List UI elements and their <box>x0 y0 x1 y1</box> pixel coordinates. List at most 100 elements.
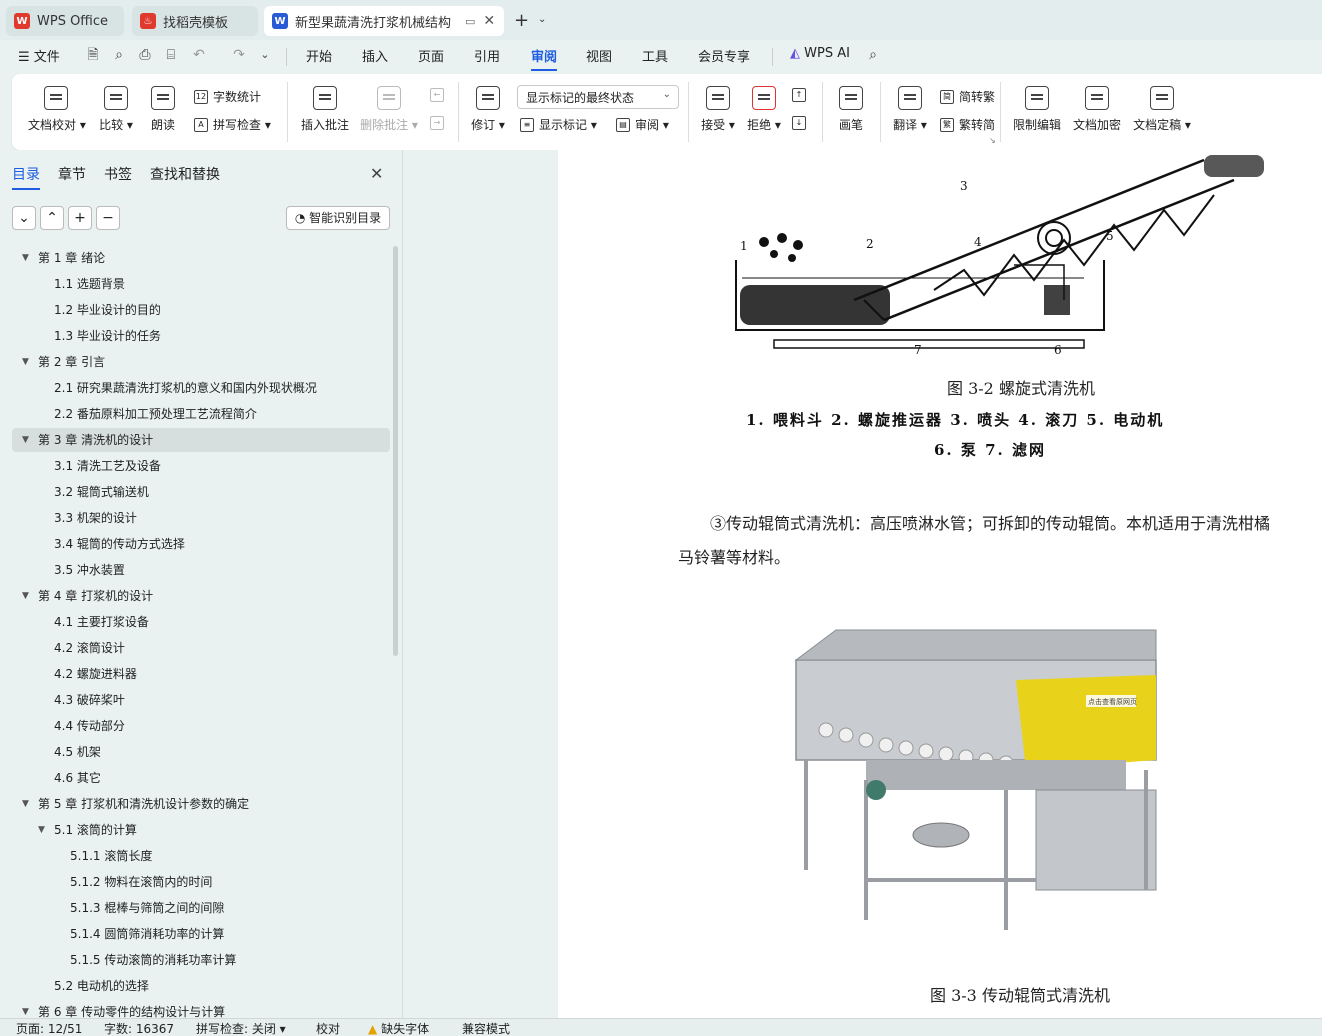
menu-reference[interactable]: 引用 <box>474 46 500 66</box>
spell-check-status[interactable]: 拼写检查: 关闭 ▾ <box>196 1020 286 1036</box>
missing-font-status[interactable]: ▲ 缺失字体 <box>368 1020 429 1036</box>
translate-button[interactable]: 翻译 ▾ <box>890 86 930 133</box>
expand-triangle-icon[interactable]: ▼ <box>22 792 29 816</box>
toc-item[interactable]: 4.6 其它 <box>12 766 390 790</box>
tab-docer-templates[interactable]: ♨ 找稻壳模板 <box>132 6 258 36</box>
encrypt-button[interactable]: 文档加密 <box>1072 86 1122 133</box>
toc-item[interactable]: 3.1 清洗工艺及设备 <box>12 454 390 478</box>
tab-chapters[interactable]: 章节 <box>58 164 86 184</box>
ribbon-expand-icon[interactable]: ↘ <box>989 136 996 145</box>
to-simplified-button[interactable]: 繁繁转简 <box>940 116 995 133</box>
remove-heading-button[interactable]: − <box>96 206 120 230</box>
toc-item[interactable]: ▼ 第 1 章 绪论 <box>12 246 390 270</box>
page-indicator[interactable]: 页面: 12/51 <box>16 1020 82 1036</box>
doc-check-button[interactable]: 文档校对 ▾ <box>28 86 86 133</box>
reject-button[interactable]: 拒绝 ▾ <box>744 86 784 133</box>
redo-icon[interactable]: ↷ <box>230 46 248 64</box>
toc-item[interactable]: ▼ 第 2 章 引言 <box>12 350 390 374</box>
next-change-button[interactable]: ↓ <box>792 116 811 130</box>
toc-item[interactable]: 3.4 辊筒的传动方式选择 <box>12 532 390 556</box>
toc-item[interactable]: 5.1.2 物料在滚筒内的时间 <box>12 870 390 894</box>
menu-view[interactable]: 视图 <box>586 46 612 66</box>
toc-item[interactable]: 2.2 番茄原料加工预处理工艺流程简介 <box>12 402 390 426</box>
expand-triangle-icon[interactable]: ▼ <box>22 584 29 608</box>
expand-triangle-icon[interactable]: ▼ <box>22 428 29 452</box>
add-heading-button[interactable]: + <box>68 206 92 230</box>
toc-item[interactable]: 3.5 冲水装置 <box>12 558 390 582</box>
markup-state-select[interactable]: 显示标记的最终状态 ⌄ <box>517 85 679 109</box>
search-icon[interactable]: ⌕ <box>864 46 882 64</box>
menu-start[interactable]: 开始 <box>306 46 332 66</box>
wps-ai-button[interactable]: ◭ WPS AI <box>790 46 850 66</box>
tab-current-document[interactable]: W 新型果蔬清洗打浆机械结构 ▭ ✕ <box>264 6 504 36</box>
menu-review[interactable]: 审阅 <box>531 46 558 71</box>
close-tab-icon[interactable]: ✕ <box>483 13 495 29</box>
read-aloud-button[interactable]: 朗读 <box>146 86 180 133</box>
compare-button[interactable]: 比较 ▾ <box>96 86 136 133</box>
toc-item[interactable]: 1.2 毕业设计的目的 <box>12 298 390 322</box>
next-comment-button[interactable]: → <box>430 116 449 130</box>
save-icon[interactable]: 🗎 <box>84 46 102 64</box>
review-pane-button[interactable]: ▤ 审阅 ▾ <box>616 116 669 133</box>
toc-item[interactable]: 4.1 主要打浆设备 <box>12 610 390 634</box>
tab-find-replace[interactable]: 查找和替换 <box>150 164 220 184</box>
tab-toc[interactable]: 目录 <box>12 164 40 190</box>
print-preview-icon[interactable]: ⌸ <box>162 46 180 64</box>
tab-bookmarks[interactable]: 书签 <box>104 164 132 184</box>
toc-item[interactable]: 1.1 选题背景 <box>12 272 390 296</box>
to-traditional-button[interactable]: 简简转繁 <box>940 88 995 105</box>
toc-scrollbar[interactable] <box>393 246 398 656</box>
expand-triangle-icon[interactable]: ▼ <box>22 350 29 374</box>
quick-access-chevron-icon[interactable]: ⌄ <box>256 46 274 64</box>
toc-item[interactable]: 5.1.3 棍棒与筛筒之间的间隙 <box>12 896 390 920</box>
toc-item[interactable]: ▼ 第 5 章 打浆机和清洗机设计参数的确定 <box>12 792 390 816</box>
close-pane-icon[interactable]: ✕ <box>370 164 383 183</box>
delete-comment-button[interactable]: 删除批注 ▾ <box>360 86 418 133</box>
toc-item[interactable]: 5.1.4 圆筒筛消耗功率的计算 <box>12 922 390 946</box>
show-markup-button[interactable]: ≡ 显示标记 ▾ <box>520 116 597 133</box>
pen-button[interactable]: 画笔 <box>834 86 868 133</box>
prev-comment-button[interactable]: ← <box>430 88 449 102</box>
tab-list-chevron-icon[interactable]: ⌄ <box>538 14 546 25</box>
toc-item[interactable]: 1.3 毕业设计的任务 <box>12 324 390 348</box>
toc-item[interactable]: ▼ 第 3 章 清洗机的设计 <box>12 428 390 452</box>
finalize-button[interactable]: 文档定稿 ▾ <box>1132 86 1192 133</box>
toc-item[interactable]: 3.3 机架的设计 <box>12 506 390 530</box>
restrict-edit-button[interactable]: 限制编辑 <box>1012 86 1062 133</box>
toc-item[interactable]: 2.1 研究果蔬清洗打浆机的意义和国内外现状概况 <box>12 376 390 400</box>
new-tab-icon[interactable]: + <box>514 10 529 31</box>
spell-check-button[interactable]: A 拼写检查 ▾ <box>194 116 271 133</box>
document-page[interactable]: 1 2 3 4 5 6 7 图 3-2 螺旋式清洗机 1. 喂料斗 2. 螺旋推… <box>558 150 1322 1018</box>
menu-page[interactable]: 页面 <box>418 46 444 66</box>
tab-wps-office[interactable]: W WPS Office <box>6 6 124 36</box>
revise-button[interactable]: 修订 ▾ <box>468 86 508 133</box>
proofread-status[interactable]: 校对 <box>316 1020 340 1036</box>
toc-item[interactable]: 3.2 辊筒式输送机 <box>12 480 390 504</box>
smart-toc-button[interactable]: ◔ 智能识别目录 <box>286 206 390 230</box>
expand-button[interactable]: ⌃ <box>40 206 64 230</box>
wps-cloud-icon[interactable]: ⌕ <box>110 46 128 64</box>
prev-change-button[interactable]: ↑ <box>792 88 811 102</box>
word-count-button[interactable]: 12 字数统计 <box>194 88 261 105</box>
insert-comment-button[interactable]: 插入批注 <box>300 86 350 133</box>
toc-item[interactable]: 4.3 破碎桨叶 <box>12 688 390 712</box>
toc-item[interactable]: ▼ 第 4 章 打浆机的设计 <box>12 584 390 608</box>
menu-member[interactable]: 会员专享 <box>698 46 750 66</box>
toc-item[interactable]: 4.2 滚筒设计 <box>12 636 390 660</box>
toc-item[interactable]: 5.1.5 传动滚筒的消耗功率计算 <box>12 948 390 972</box>
expand-triangle-icon[interactable]: ▼ <box>38 818 45 842</box>
collapse-all-button[interactable]: ⌄ <box>12 206 36 230</box>
menu-insert[interactable]: 插入 <box>362 46 388 66</box>
expand-triangle-icon[interactable]: ▼ <box>22 246 29 270</box>
toc-item[interactable]: ▼ 5.1 滚筒的计算 <box>12 818 390 842</box>
accept-button[interactable]: 接受 ▾ <box>698 86 738 133</box>
print-icon[interactable]: ⎙ <box>136 46 154 64</box>
menu-tools[interactable]: 工具 <box>642 46 668 66</box>
toc-item[interactable]: 4.5 机架 <box>12 740 390 764</box>
undo-icon[interactable]: ↶ <box>190 46 208 64</box>
word-count-status[interactable]: 字数: 16367 <box>104 1020 174 1036</box>
toc-item[interactable]: 4.4 传动部分 <box>12 714 390 738</box>
screen-icon[interactable]: ▭ <box>465 15 475 28</box>
toc-item[interactable]: 5.2 电动机的选择 <box>12 974 390 998</box>
file-menu[interactable]: ☰ 文件 <box>18 46 60 66</box>
